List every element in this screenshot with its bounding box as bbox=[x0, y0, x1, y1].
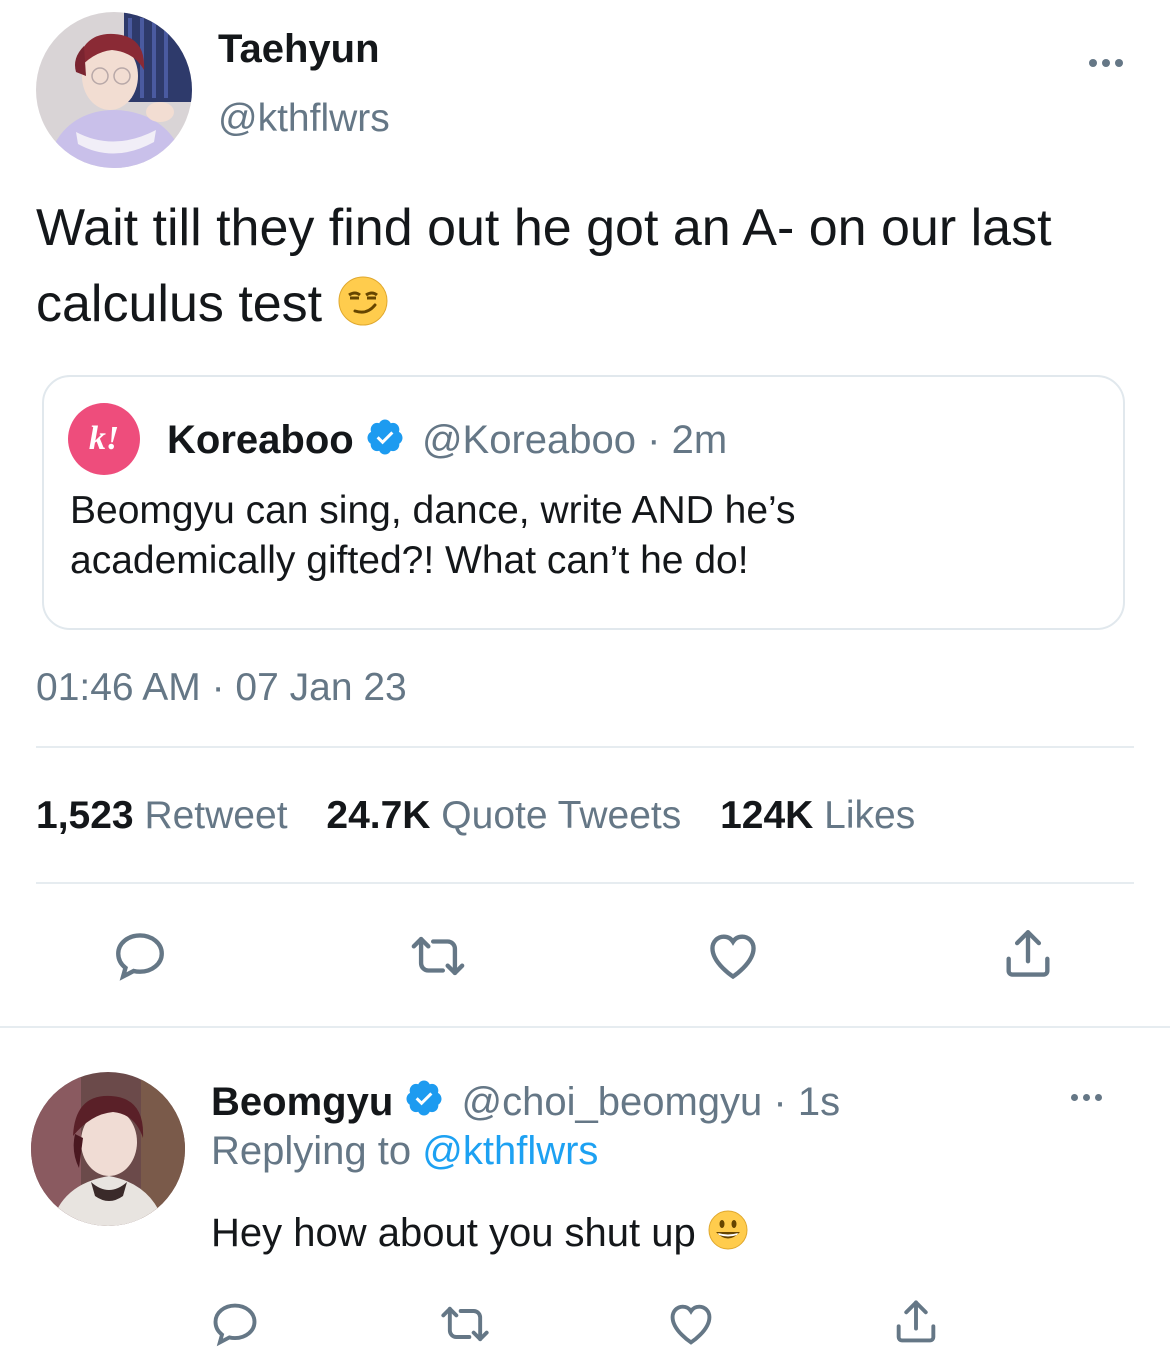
verified-badge-icon bbox=[404, 1078, 444, 1130]
divider-middle bbox=[36, 882, 1134, 884]
replying-to-handle[interactable]: @kthflwrs bbox=[422, 1129, 598, 1173]
koreaboo-logo[interactable]: k! bbox=[68, 403, 140, 475]
stat-likes[interactable]: 124K Likes bbox=[720, 794, 915, 837]
reply-tweet-text: Hey how about you shut up bbox=[211, 1206, 749, 1265]
smirking-face-icon bbox=[337, 272, 389, 348]
share-icon[interactable] bbox=[998, 924, 1058, 984]
divider-top bbox=[36, 746, 1134, 748]
reply-more-options-icon[interactable] bbox=[1071, 1094, 1102, 1101]
reply-icon[interactable] bbox=[110, 926, 170, 986]
more-options-icon[interactable] bbox=[1089, 59, 1123, 67]
main-author-name[interactable]: Taehyun bbox=[218, 26, 380, 72]
retweet-icon[interactable] bbox=[405, 926, 471, 986]
stat-quotes-count: 24.7K bbox=[326, 794, 431, 837]
beomgyu-avatar[interactable] bbox=[31, 1072, 185, 1226]
stat-likes-label: Likes bbox=[824, 794, 916, 837]
taehyun-avatar[interactable] bbox=[36, 12, 192, 168]
reply-like-icon[interactable] bbox=[664, 1297, 718, 1351]
quoted-author-name[interactable]: Koreaboo bbox=[167, 418, 354, 462]
main-tweet-text: Wait till they find out he got an A- on … bbox=[36, 190, 1116, 348]
quoted-author-handle[interactable]: @Koreaboo bbox=[422, 418, 636, 462]
stat-retweets[interactable]: 1,523 Retweet bbox=[36, 794, 298, 837]
reply-author-handle[interactable]: @choi_beomgyu bbox=[462, 1080, 763, 1124]
main-author-handle[interactable]: @kthflwrs bbox=[218, 96, 390, 142]
reply-tweet-body: Hey how about you shut up bbox=[211, 1211, 696, 1255]
stat-retweets-count: 1,523 bbox=[36, 794, 134, 837]
stat-likes-count: 124K bbox=[720, 794, 814, 837]
quoted-tweet-text: Beomgyu can sing, dance, write AND he’s … bbox=[70, 486, 796, 586]
tweet-stats: 1,523 Retweet 24.7K Quote Tweets 124K Li… bbox=[36, 792, 915, 840]
reply-retweet-icon[interactable] bbox=[435, 1297, 495, 1351]
stat-quotes-label: Quote Tweets bbox=[441, 794, 682, 837]
verified-badge-icon bbox=[365, 417, 405, 468]
replying-to-prefix: Replying to bbox=[211, 1129, 412, 1173]
divider-bottom bbox=[0, 1026, 1170, 1028]
quoted-tweet-time: · 2m bbox=[647, 418, 728, 462]
quoted-text-line-1: Beomgyu can sing, dance, write AND he’s bbox=[70, 489, 796, 532]
reply-share-icon[interactable] bbox=[889, 1295, 943, 1349]
reply-time: · 1s bbox=[773, 1080, 841, 1124]
quoted-tweet-header: Koreaboo @Koreaboo · 2m bbox=[167, 416, 727, 468]
tweet-timestamp[interactable]: 01:46 AM · 07 Jan 23 bbox=[36, 664, 407, 712]
koreaboo-logo-text: k! bbox=[88, 420, 120, 457]
reply-header: Beomgyu @choi_beomgyu · 1s bbox=[211, 1077, 840, 1130]
main-tweet-body: Wait till they find out he got an A- on … bbox=[36, 199, 1052, 333]
reply-reply-icon[interactable] bbox=[208, 1297, 262, 1351]
stat-retweets-label: Retweet bbox=[144, 794, 288, 837]
like-icon[interactable] bbox=[703, 926, 763, 986]
replying-to: Replying to @kthflwrs bbox=[211, 1126, 598, 1176]
stat-quotes[interactable]: 24.7K Quote Tweets bbox=[326, 794, 692, 837]
grinning-face-icon bbox=[707, 1209, 749, 1265]
quoted-text-line-2: academically gifted?! What can’t he do! bbox=[70, 539, 749, 582]
reply-author-name[interactable]: Beomgyu bbox=[211, 1080, 393, 1124]
